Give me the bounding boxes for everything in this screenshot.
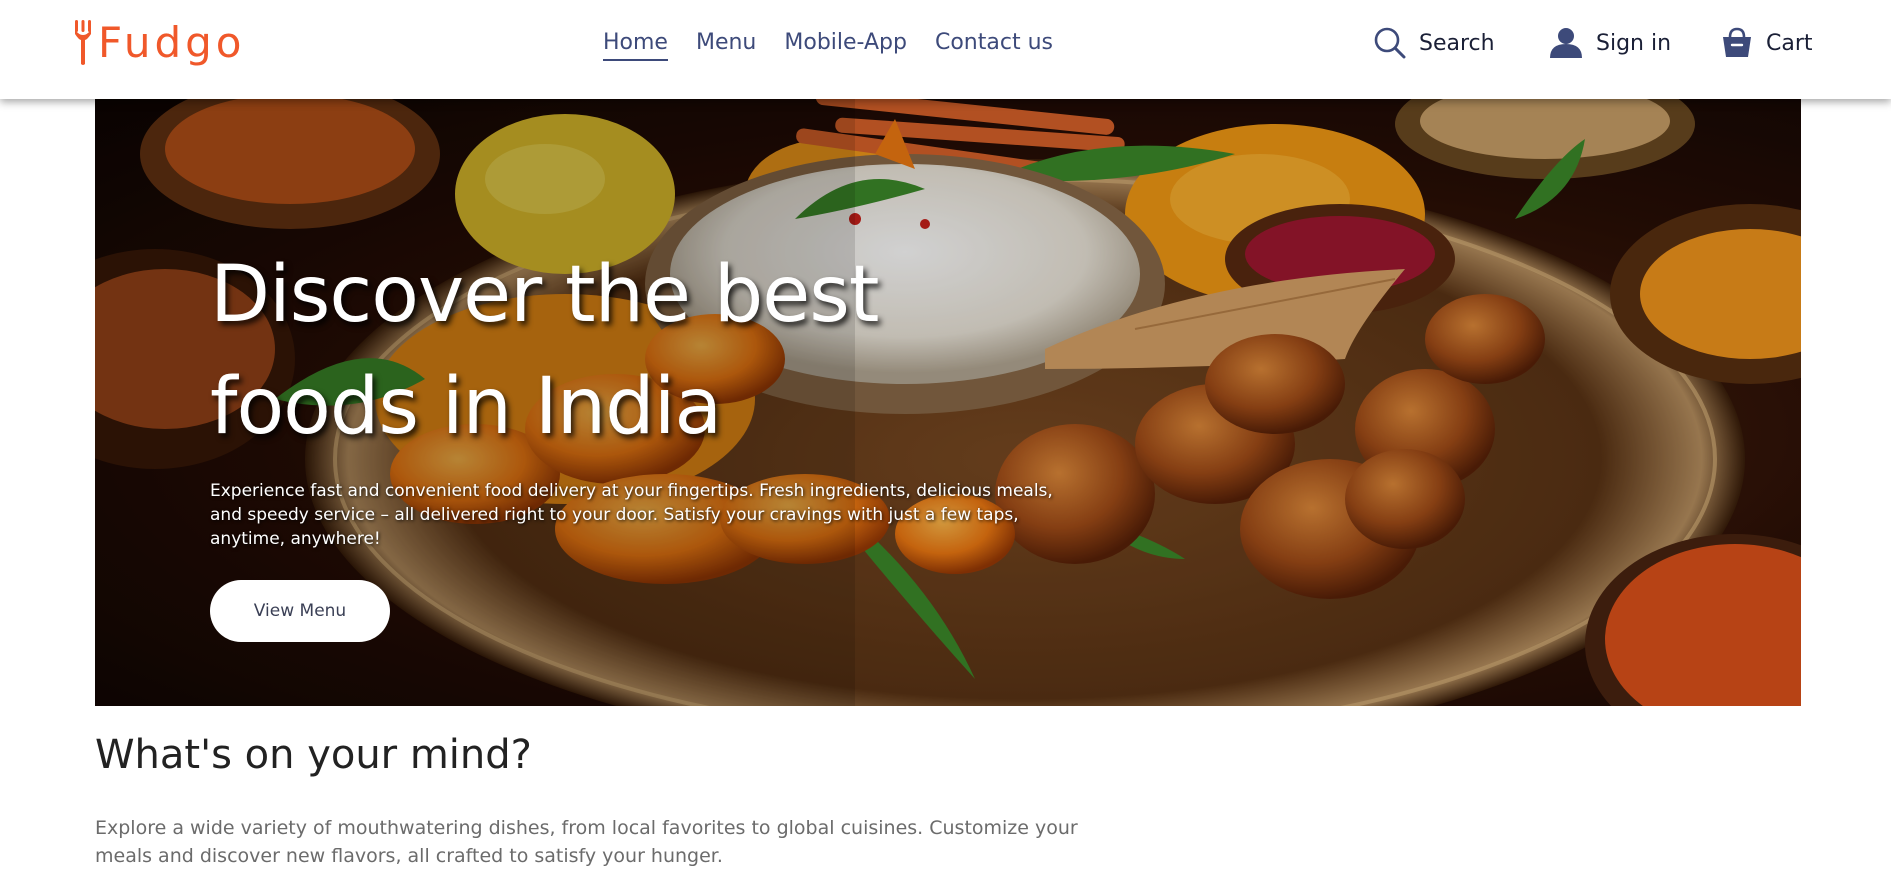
section-title: What's on your mind? bbox=[95, 732, 532, 778]
hero-title: Discover the best foods in India bbox=[210, 250, 880, 452]
cart-label: Cart bbox=[1766, 30, 1813, 56]
nav-menu[interactable]: Menu bbox=[696, 30, 756, 61]
shopping-basket-icon bbox=[1723, 27, 1751, 57]
nav-contact-us[interactable]: Contact us bbox=[935, 30, 1053, 61]
cart-button[interactable]: Cart bbox=[1720, 26, 1813, 60]
brand-name: Fudgo bbox=[98, 18, 246, 67]
search-label: Search bbox=[1419, 30, 1495, 56]
hero-description: Experience fast and convenient food deli… bbox=[210, 481, 1053, 549]
fork-icon bbox=[75, 20, 91, 65]
sign-in-label: Sign in bbox=[1596, 30, 1672, 56]
user-icon bbox=[1550, 28, 1582, 58]
view-menu-button[interactable]: View Menu bbox=[210, 580, 390, 642]
sign-in-button[interactable]: Sign in bbox=[1548, 26, 1671, 60]
section-description: Explore a wide variety of mouthwatering … bbox=[95, 817, 1078, 867]
brand-logo[interactable]: Fudgo bbox=[74, 18, 246, 68]
nav-mobile-app[interactable]: Mobile-App bbox=[784, 30, 907, 61]
search-button[interactable]: Search bbox=[1373, 26, 1495, 60]
main-nav: Home Menu Mobile-App Contact us bbox=[603, 30, 1053, 61]
search-icon bbox=[1374, 27, 1406, 59]
nav-home[interactable]: Home bbox=[603, 30, 668, 61]
site-header: Fudgo Home Menu Mobile-App Contact us Se… bbox=[0, 0, 1891, 99]
hero-banner: Discover the best foods in India Experie… bbox=[95, 99, 1801, 706]
